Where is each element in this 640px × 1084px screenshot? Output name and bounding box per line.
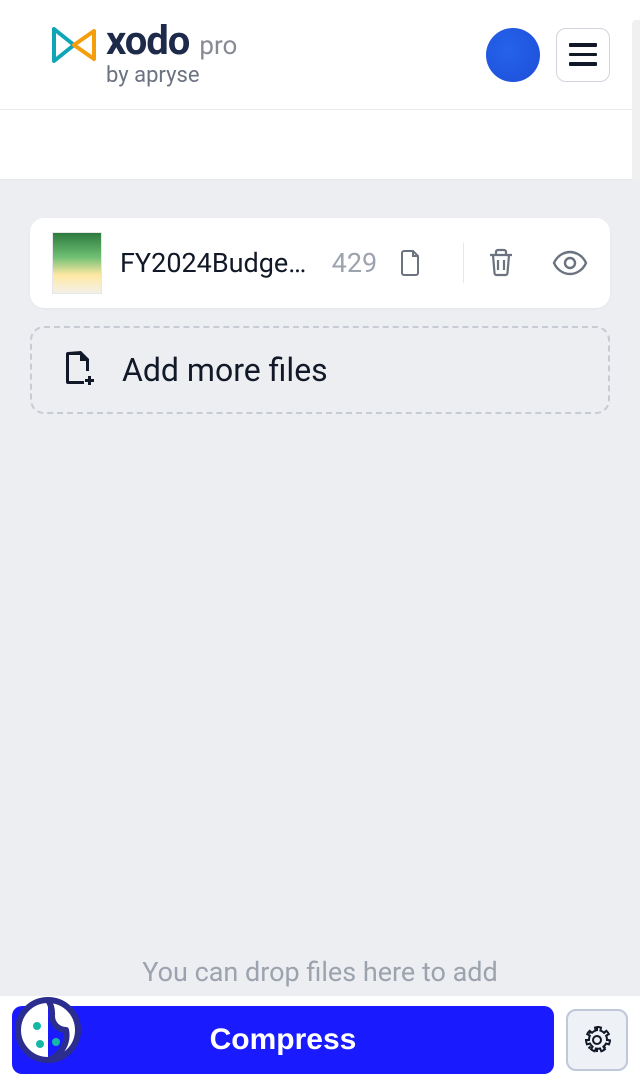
delete-button[interactable]: [486, 247, 516, 279]
content-area: FY2024BudgetBo... 429: [0, 180, 640, 996]
app-header: xodo pro by apryse: [0, 0, 640, 110]
settings-button[interactable]: [566, 1009, 628, 1071]
brand-name: xodo: [106, 21, 189, 61]
brand-subtitle: by apryse: [106, 63, 237, 88]
sub-header: [0, 110, 640, 180]
file-plus-icon: [62, 350, 94, 390]
avatar[interactable]: [486, 28, 540, 82]
file-name: FY2024BudgetBo...: [120, 247, 310, 279]
pro-badge: pro: [199, 31, 237, 61]
logo-mark-icon: [50, 25, 98, 65]
page-count: 429: [332, 247, 378, 279]
bottom-bar: Compress: [0, 996, 640, 1084]
menu-button[interactable]: [556, 28, 610, 82]
cookie-preferences-button[interactable]: [12, 994, 84, 1066]
drop-hint: You can drop files here to add: [0, 956, 640, 988]
add-more-files-button[interactable]: Add more files: [30, 326, 610, 414]
compress-button[interactable]: Compress: [12, 1006, 554, 1074]
logo[interactable]: xodo pro by apryse: [50, 21, 237, 88]
file-thumbnail[interactable]: [52, 232, 102, 294]
document-icon: [399, 249, 423, 277]
divider: [463, 243, 464, 283]
hamburger-icon: [569, 43, 597, 66]
preview-button[interactable]: [552, 250, 588, 276]
gear-icon: [582, 1025, 612, 1055]
add-more-label: Add more files: [122, 351, 328, 389]
file-row: FY2024BudgetBo... 429: [30, 218, 610, 308]
